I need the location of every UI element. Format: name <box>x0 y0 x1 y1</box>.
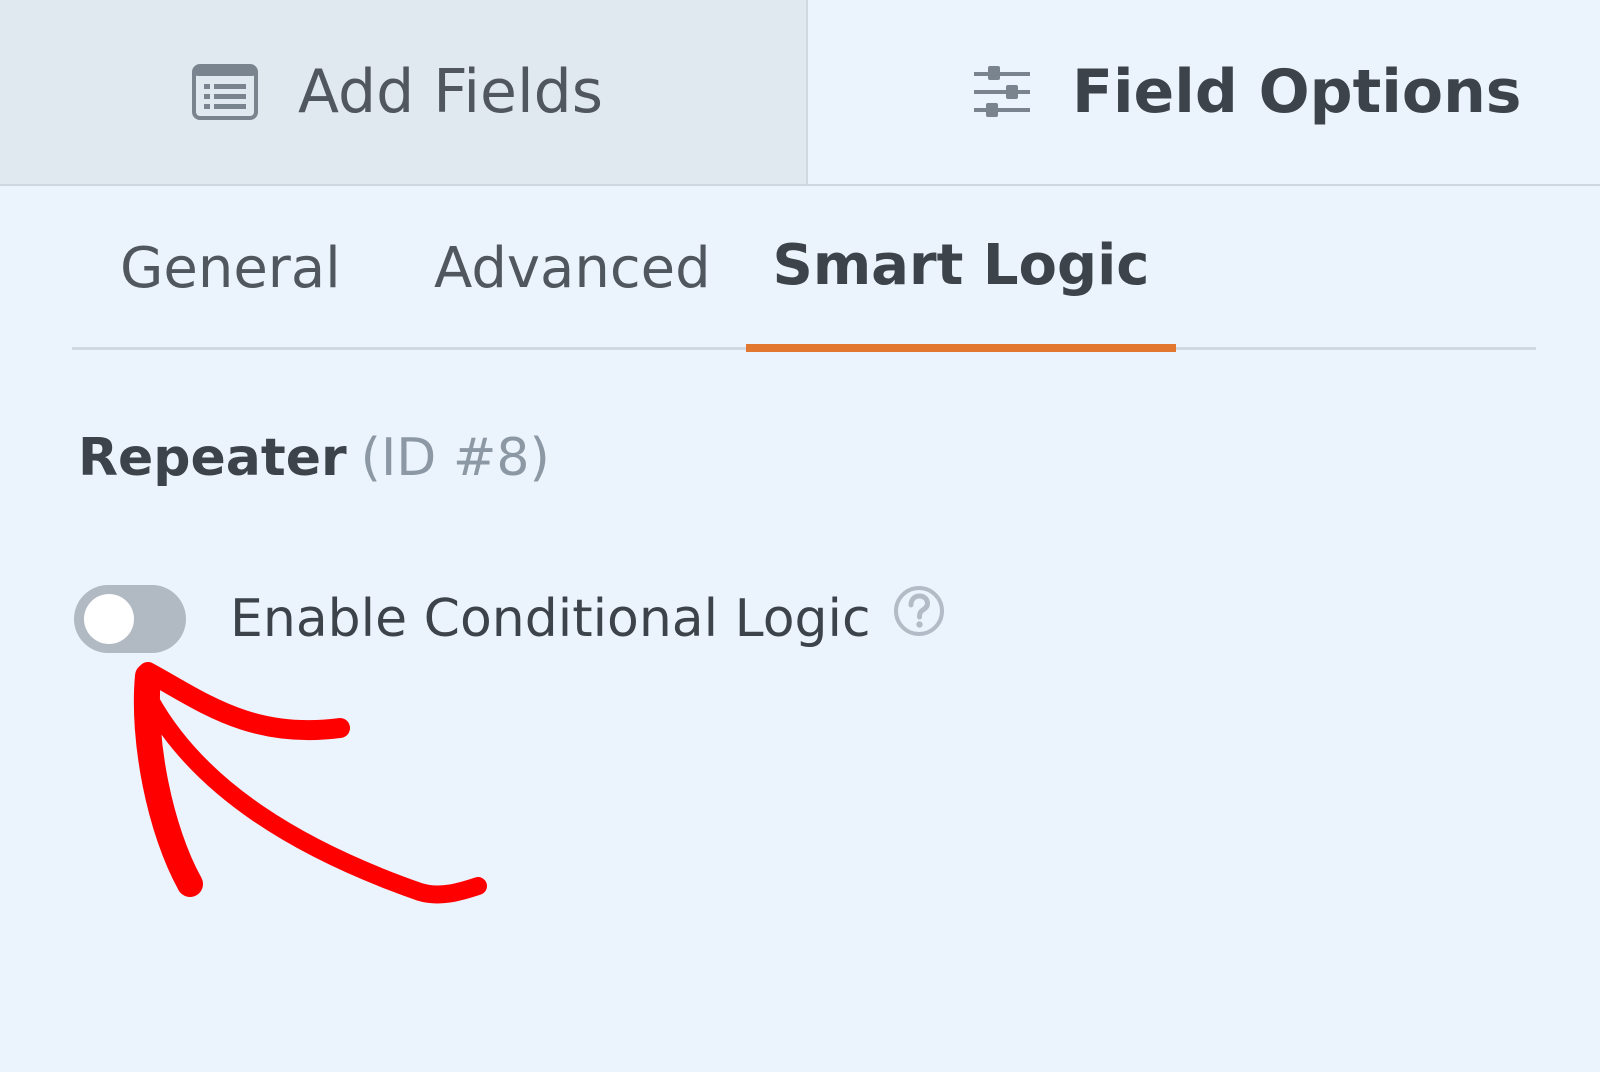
panel-tabs: Add Fields Field Options <box>0 0 1600 186</box>
tab-field-options[interactable]: Field Options <box>808 0 1600 184</box>
conditional-logic-toggle[interactable] <box>74 585 186 653</box>
tab-add-fields-label: Add Fields <box>298 57 603 127</box>
field-name: Repeater <box>78 428 347 488</box>
field-id: (ID #8) <box>360 428 550 488</box>
options-sub-tabs: General Advanced Smart Logic <box>72 186 1536 352</box>
field-heading: Repeater (ID #8) <box>78 428 550 488</box>
tab-smart-logic[interactable]: Smart Logic <box>746 186 1176 352</box>
list-form-icon <box>192 64 258 120</box>
toggle-knob <box>84 594 134 644</box>
tab-advanced[interactable]: Advanced <box>434 186 711 350</box>
conditional-logic-row: Enable Conditional Logic <box>74 584 871 654</box>
conditional-logic-label[interactable]: Enable Conditional Logic <box>230 589 871 649</box>
tab-field-options-label: Field Options <box>1072 57 1522 127</box>
question-circle-icon[interactable] <box>892 584 946 642</box>
tab-add-fields[interactable]: Add Fields <box>0 0 808 184</box>
sliders-icon <box>972 66 1032 118</box>
tab-general[interactable]: General <box>120 186 341 350</box>
